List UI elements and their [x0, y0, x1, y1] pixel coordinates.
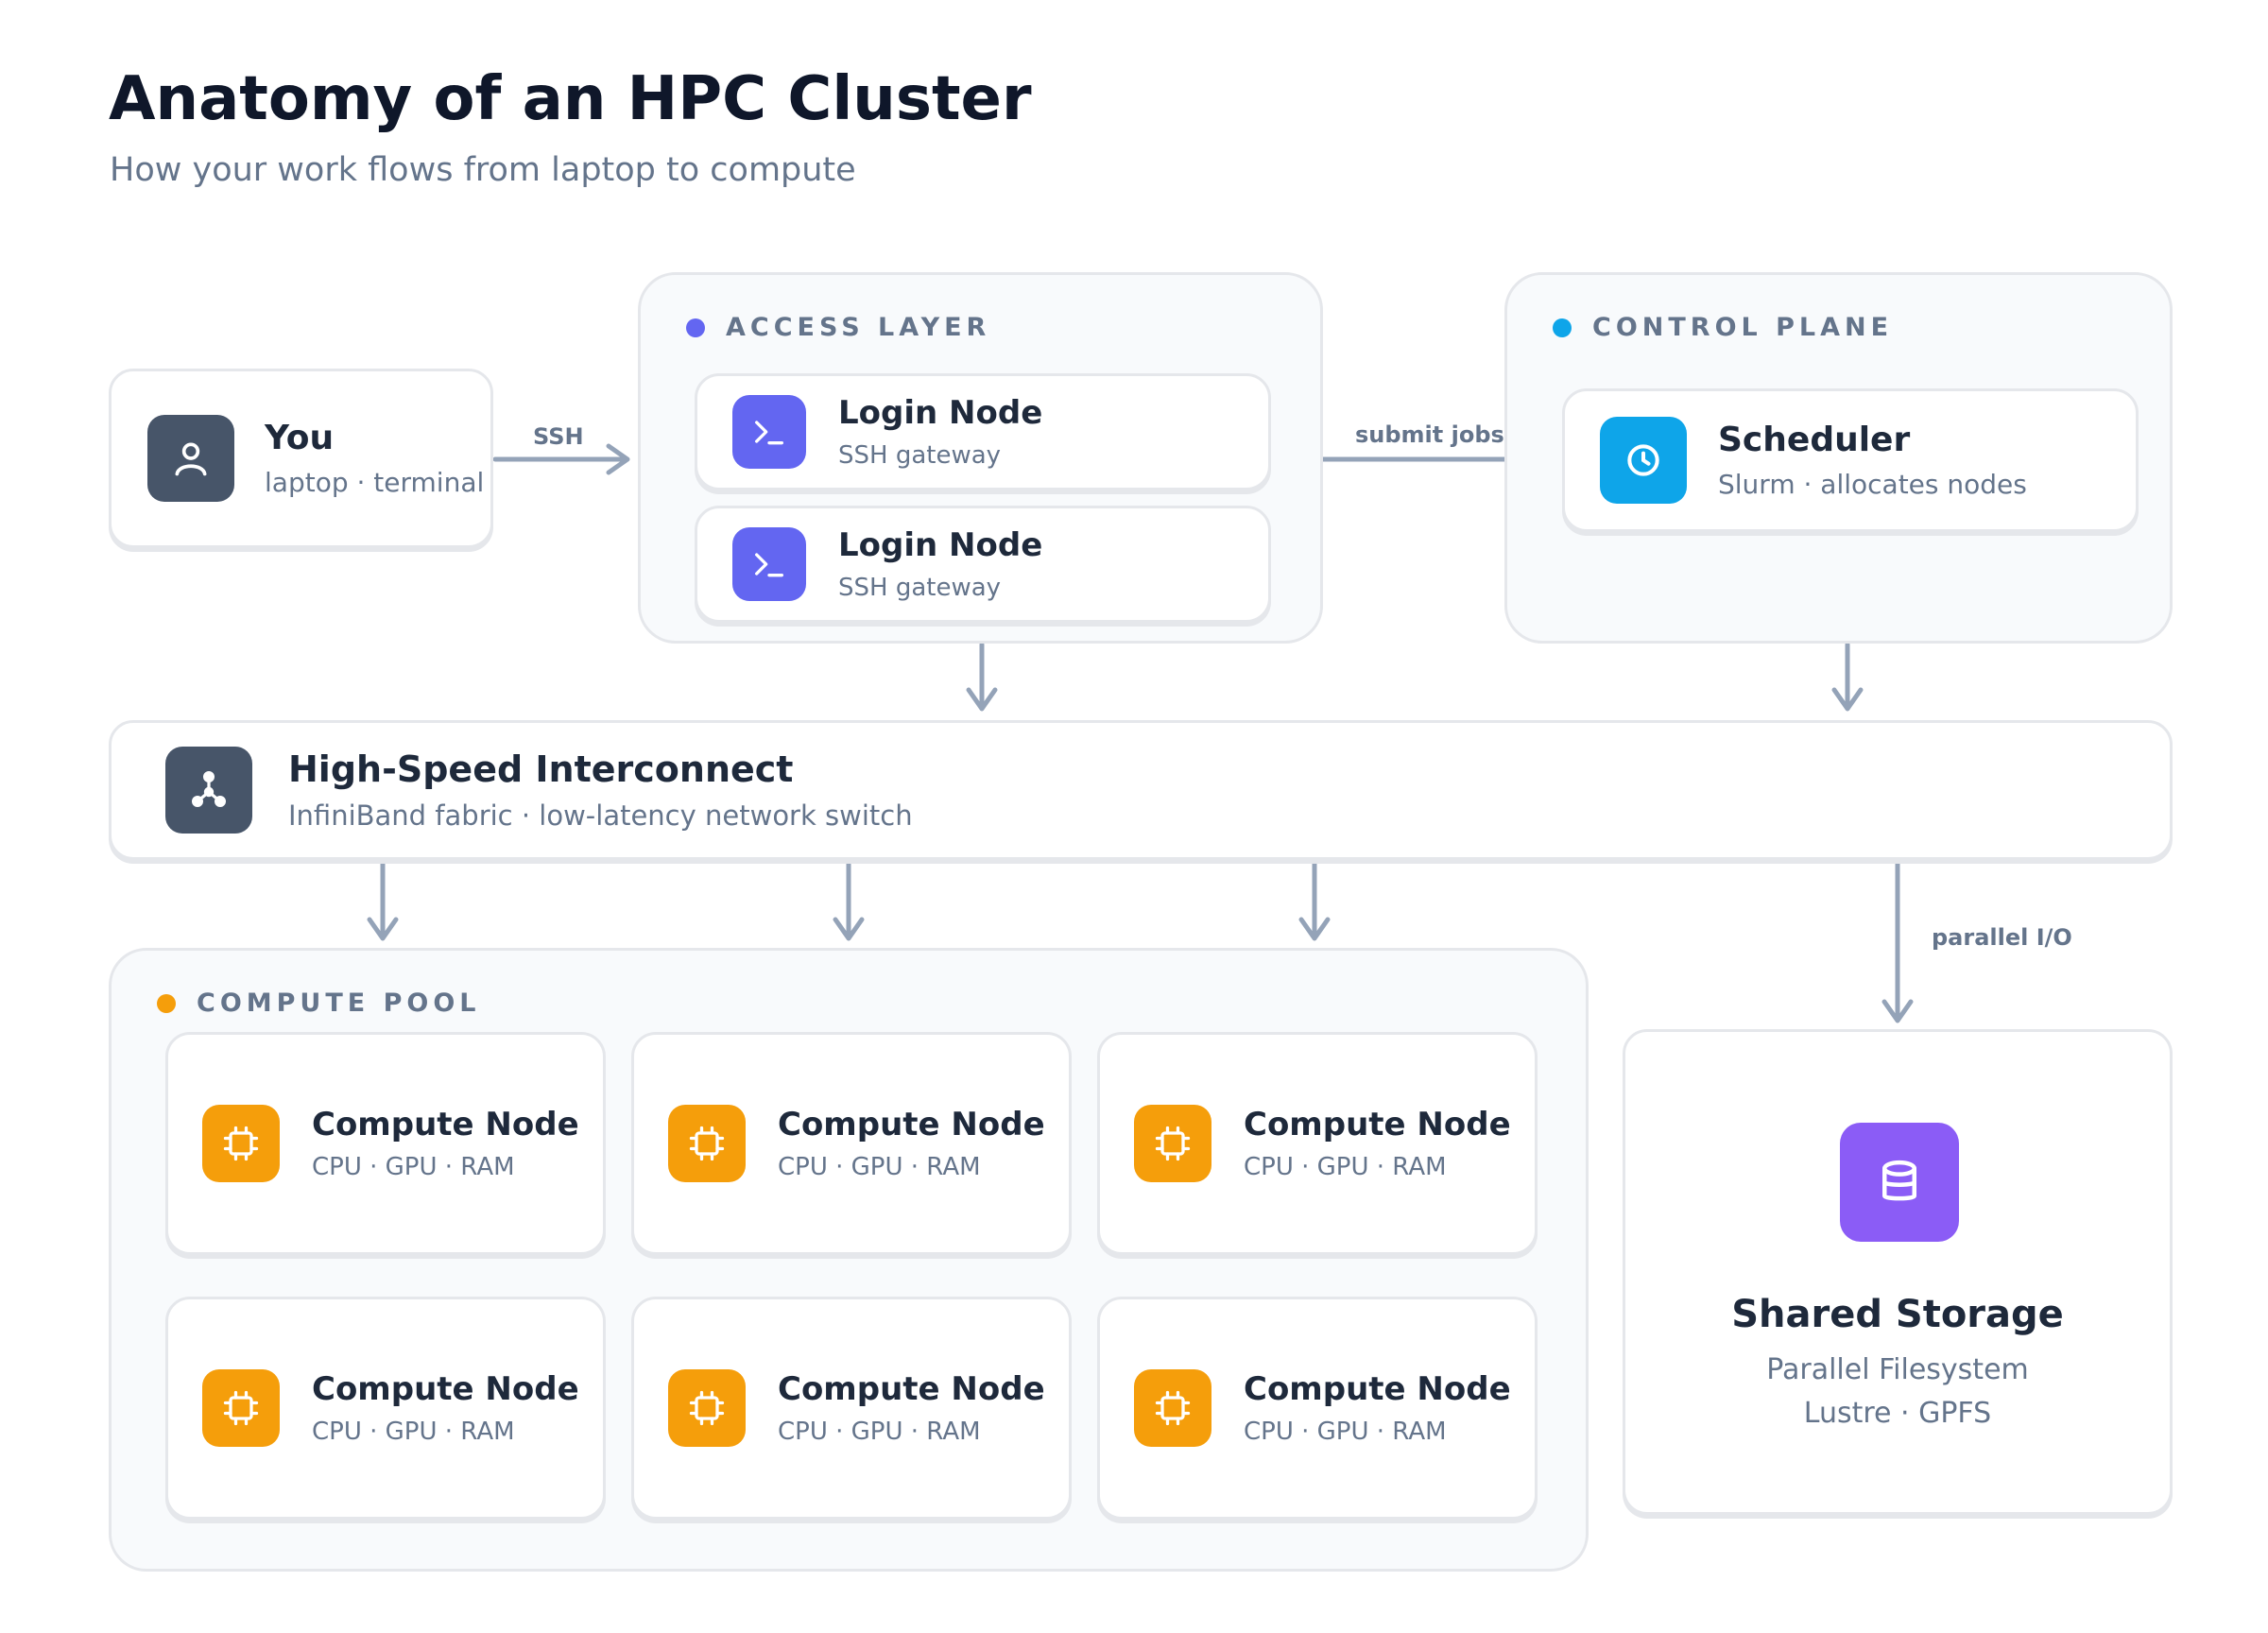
- arrow-compute-2: [833, 859, 865, 941]
- compute-node-title: Compute Node: [1244, 1370, 1511, 1408]
- access-layer-label: ACCESS LAYER: [726, 313, 991, 342]
- edge-label-ssh: SSH: [529, 423, 588, 450]
- login-node-title: Login Node: [838, 394, 1043, 432]
- shared-storage-card: Shared Storage Parallel Filesystem Lustr…: [1623, 1029, 2173, 1515]
- user-title: You: [265, 419, 335, 457]
- chip-icon: [202, 1369, 280, 1447]
- scheduler-card: Scheduler Slurm · allocates nodes: [1562, 388, 2139, 532]
- chip-icon: [1134, 1105, 1211, 1182]
- compute-node-card: Compute Node CPU · GPU · RAM: [165, 1032, 606, 1255]
- interconnect-subtitle: InfiniBand fabric · low-latency network …: [288, 799, 913, 832]
- control-plane-label: CONTROL PLANE: [1592, 313, 1894, 342]
- chip-icon: [668, 1369, 746, 1447]
- compute-node-card: Compute Node CPU · GPU · RAM: [631, 1032, 1072, 1255]
- chip-icon: [668, 1105, 746, 1182]
- compute-node-card: Compute Node CPU · GPU · RAM: [631, 1297, 1072, 1520]
- scheduler-title: Scheduler: [1718, 421, 1911, 459]
- compute-node-subtitle: CPU · GPU · RAM: [1244, 1153, 1447, 1181]
- arrow-parallel-io: [1881, 859, 1914, 1023]
- terminal-icon: [732, 395, 806, 469]
- login-node-subtitle: SSH gateway: [838, 574, 1002, 602]
- arrow-access-down: [966, 642, 998, 712]
- network-icon: [165, 747, 252, 834]
- access-layer-dot: [686, 318, 705, 337]
- login-node-subtitle: SSH gateway: [838, 441, 1002, 470]
- login-node-card: Login Node SSH gateway: [695, 506, 1271, 623]
- compute-pool-label: COMPUTE POOL: [197, 988, 481, 1018]
- storage-line-2: Lustre · GPFS: [1803, 1397, 1992, 1430]
- compute-node-title: Compute Node: [778, 1370, 1045, 1408]
- clock-icon: [1600, 417, 1687, 504]
- arrow-ssh: [492, 443, 630, 475]
- chip-icon: [1134, 1369, 1211, 1447]
- compute-node-title: Compute Node: [1244, 1106, 1511, 1143]
- compute-node-subtitle: CPU · GPU · RAM: [312, 1418, 515, 1446]
- compute-node-title: Compute Node: [778, 1106, 1045, 1143]
- arrow-compute-1: [367, 859, 399, 941]
- terminal-icon: [732, 527, 806, 601]
- compute-pool-group: COMPUTE POOL Compute Node CPU · GPU · RA…: [109, 948, 1589, 1572]
- compute-pool-dot: [157, 993, 176, 1013]
- access-layer-group: ACCESS LAYER Login Node SSH gateway Logi…: [638, 272, 1323, 644]
- edge-label-parallel-io: parallel I/O: [1928, 924, 2076, 951]
- user-subtitle: laptop · terminal: [265, 467, 485, 498]
- compute-node-subtitle: CPU · GPU · RAM: [1244, 1418, 1447, 1446]
- compute-node-subtitle: CPU · GPU · RAM: [312, 1153, 515, 1181]
- compute-node-card: Compute Node CPU · GPU · RAM: [1097, 1032, 1538, 1255]
- compute-node-title: Compute Node: [312, 1106, 579, 1143]
- arrow-control-down: [1831, 642, 1864, 712]
- database-icon: [1840, 1123, 1959, 1242]
- control-plane-dot: [1553, 318, 1572, 337]
- interconnect-card: High-Speed Interconnect InfiniBand fabri…: [109, 720, 2173, 860]
- compute-node-title: Compute Node: [312, 1370, 579, 1408]
- compute-node-subtitle: CPU · GPU · RAM: [778, 1153, 981, 1181]
- edge-label-submit-jobs: submit jobs: [1351, 421, 1508, 448]
- login-node-card: Login Node SSH gateway: [695, 373, 1271, 490]
- user-card: You laptop · terminal: [109, 369, 493, 548]
- interconnect-title: High-Speed Interconnect: [288, 748, 794, 790]
- control-plane-group: CONTROL PLANE Scheduler Slurm · allocate…: [1504, 272, 2173, 644]
- chip-icon: [202, 1105, 280, 1182]
- login-node-title: Login Node: [838, 526, 1043, 564]
- storage-line-1: Parallel Filesystem: [1766, 1353, 2029, 1386]
- compute-node-card: Compute Node CPU · GPU · RAM: [165, 1297, 606, 1520]
- compute-node-card: Compute Node CPU · GPU · RAM: [1097, 1297, 1538, 1520]
- storage-title: Shared Storage: [1731, 1293, 2064, 1336]
- scheduler-subtitle: Slurm · allocates nodes: [1718, 469, 2027, 500]
- arrow-compute-3: [1298, 859, 1331, 941]
- user-icon: [147, 415, 234, 502]
- compute-node-subtitle: CPU · GPU · RAM: [778, 1418, 981, 1446]
